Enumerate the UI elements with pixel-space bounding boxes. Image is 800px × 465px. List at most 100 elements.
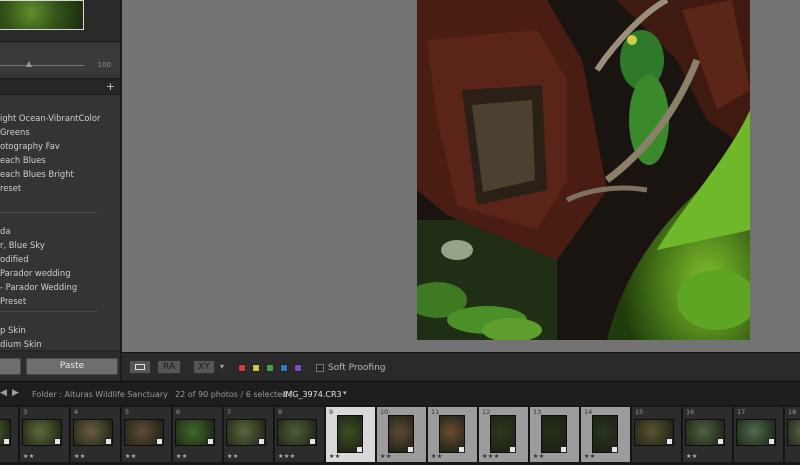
star-rating: ★★ — [176, 453, 188, 460]
cell-index: 8 — [278, 408, 283, 416]
survey-view-button[interactable]: XY — [193, 360, 215, 374]
filmstrip-cell[interactable] — [0, 407, 19, 462]
navigator-panel — [0, 0, 120, 42]
filmstrip-cell[interactable]: 14 ★★ — [581, 407, 631, 462]
star-rating: ★★ — [23, 453, 35, 460]
preset-item[interactable]: Greens — [0, 126, 30, 138]
main-photo[interactable] — [417, 0, 750, 340]
cell-index: 16 — [686, 408, 695, 416]
preset-list: ight Ocean-VibrantColor Greens otography F… — [0, 95, 120, 350]
edited-badge-icon — [717, 438, 724, 445]
cell-index: 3 — [23, 408, 28, 416]
filename-dropdown-icon[interactable]: ▾ — [343, 389, 347, 397]
filmstrip-cell[interactable]: 7 ★★ — [224, 407, 274, 462]
color-label-swatch[interactable] — [294, 364, 302, 372]
loupe-icon — [135, 364, 145, 370]
photo-count: 22 of 90 photos / 6 selected / — [175, 390, 293, 399]
filmstrip-source[interactable]: Folder : Alturas Wildlife Sanctuary — [32, 390, 168, 399]
star-rating: ★★ — [686, 453, 698, 460]
edited-badge-icon — [407, 446, 414, 453]
star-rating: ★★★ — [482, 453, 500, 460]
star-rating: ★★ — [584, 453, 596, 460]
preset-item[interactable]: r, Blue Sky — [0, 239, 45, 251]
parrot-birdhouse-photo — [417, 0, 750, 340]
color-label-swatch[interactable] — [266, 364, 274, 372]
preset-item[interactable]: each Blues Bright — [0, 168, 74, 180]
filmstrip-cell[interactable]: 18 — [785, 407, 800, 462]
edited-badge-icon — [207, 438, 214, 445]
star-rating: ★★ — [380, 453, 392, 460]
soft-proofing-checkbox[interactable] — [316, 364, 324, 372]
preset-item[interactable]: odified — [0, 253, 29, 265]
preset-item[interactable]: Parador wedding — [0, 267, 71, 279]
edited-badge-icon — [666, 438, 673, 445]
slider-knob[interactable] — [26, 61, 32, 67]
preset-item[interactable]: each Blues — [0, 154, 46, 166]
edited-badge-icon — [560, 446, 567, 453]
cell-index: 18 — [788, 408, 797, 416]
filmstrip: 3 ★★ 4 ★★ 5 ★★ 6 ★★ 7 ★★ 8 ★★★ 9 ★★ 10 ★★ 11 ★★ 12 ★★★ 13 ★★ 1… — [0, 405, 800, 465]
preset-item[interactable]: Preset — [0, 295, 26, 307]
photo-thumbnail[interactable] — [787, 419, 800, 446]
edited-badge-icon — [309, 438, 316, 445]
filmstrip-cell[interactable]: 16 ★★ — [683, 407, 733, 462]
edited-badge-icon — [768, 438, 775, 445]
loupe-view-button[interactable] — [129, 360, 151, 374]
compare-view-button[interactable]: RA — [157, 360, 181, 374]
filmstrip-cell[interactable]: 15 — [632, 407, 682, 462]
filmstrip-cell[interactable]: 3 ★★ — [20, 407, 70, 462]
edited-badge-icon — [509, 446, 516, 453]
cell-index: 5 — [125, 408, 130, 416]
preset-item[interactable]: da — [0, 225, 10, 237]
edited-badge-icon — [156, 438, 163, 445]
color-label-swatch[interactable] — [238, 364, 246, 372]
loupe-view — [122, 0, 800, 352]
star-rating: ★★ — [227, 453, 239, 460]
edited-badge-icon — [611, 446, 618, 453]
edited-badge-icon — [458, 446, 465, 453]
navigator-thumbnail[interactable] — [0, 0, 84, 30]
edited-badge-icon — [54, 438, 61, 445]
preset-group-divider — [0, 311, 98, 312]
filmstrip-cell[interactable]: 9 ★★ — [326, 407, 376, 462]
filmstrip-cell[interactable]: 10 ★★ — [377, 407, 427, 462]
color-label-swatch[interactable] — [252, 364, 260, 372]
view-options-dropdown-icon[interactable]: ▾ — [220, 362, 224, 371]
filmstrip-cell[interactable]: 6 ★★ — [173, 407, 223, 462]
preset-item[interactable]: ight Ocean-VibrantColor — [0, 112, 100, 124]
filmstrip-cell[interactable]: 11 ★★ — [428, 407, 478, 462]
edited-badge-icon — [105, 438, 112, 445]
forward-arrow-icon[interactable]: ▶ — [12, 388, 19, 398]
star-rating: ★★ — [431, 453, 443, 460]
edited-badge-icon — [3, 438, 10, 445]
cell-index: 6 — [176, 408, 181, 416]
copy-button[interactable] — [0, 358, 21, 375]
slider-value: 100 — [97, 61, 111, 69]
left-panel: 100 + ight Ocean-VibrantColor Greens otogr… — [0, 0, 121, 381]
paste-button[interactable]: Paste — [26, 358, 118, 375]
toolbar: RA XY ▾ Soft Proofing — [122, 352, 800, 381]
preset-item[interactable]: dium Skin — [0, 338, 42, 350]
preset-item[interactable]: - Parador Wedding — [0, 281, 77, 293]
slider-track[interactable] — [0, 65, 84, 66]
filmstrip-cell[interactable]: 12 ★★★ — [479, 407, 529, 462]
filmstrip-cell[interactable]: 4 ★★ — [71, 407, 121, 462]
star-rating: ★★ — [329, 453, 341, 460]
filmstrip-cell[interactable]: 8 ★★★ — [275, 407, 325, 462]
filmstrip-header: ◀ ▶ Folder : Alturas Wildlife Sanctuary … — [0, 381, 800, 405]
filmstrip-cell[interactable]: 17 — [734, 407, 784, 462]
star-rating: ★★★ — [278, 453, 296, 460]
adjustment-slider-row: 100 — [0, 44, 120, 74]
filmstrip-cell[interactable]: 5 ★★ — [122, 407, 172, 462]
star-rating: ★★ — [74, 453, 86, 460]
cell-index: 7 — [227, 408, 232, 416]
preset-item[interactable]: p Skin — [0, 324, 26, 336]
color-label-swatch[interactable] — [280, 364, 288, 372]
edited-badge-icon — [356, 446, 363, 453]
preset-item[interactable]: reset — [0, 182, 21, 194]
filmstrip-cell[interactable]: 13 ★★ — [530, 407, 580, 462]
preset-item[interactable]: otography Fav — [0, 140, 60, 152]
star-rating: ★★ — [125, 453, 137, 460]
back-arrow-icon[interactable]: ◀ — [0, 388, 7, 398]
add-preset-icon[interactable]: + — [106, 80, 115, 93]
